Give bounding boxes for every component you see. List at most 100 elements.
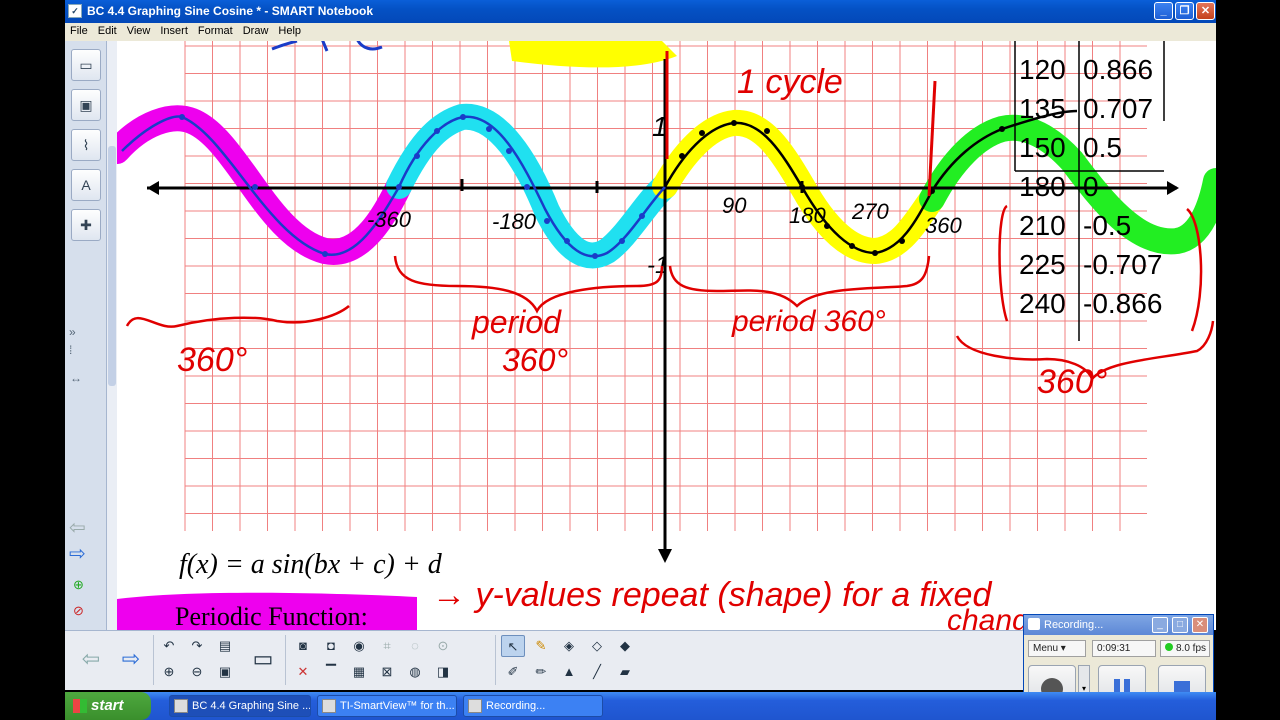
back-arrow-icon[interactable]: ⇦ [69, 515, 86, 540]
yellow-highlight-top [509, 41, 677, 68]
puzzle-icon: ✚ [80, 217, 92, 233]
page-sorter-tab[interactable]: ▭ [71, 49, 101, 81]
menu-edit[interactable]: Edit [93, 23, 122, 37]
add-page-icon[interactable]: ⊕ [73, 577, 84, 593]
hw-period-right: period 360° [731, 305, 886, 338]
notebook-task-icon [174, 699, 188, 713]
hw-tick-neg180: -180 [492, 209, 537, 234]
properties-tab[interactable]: A [71, 169, 101, 201]
menu-view[interactable]: View [122, 23, 156, 37]
camera-button[interactable]: ◙ [291, 635, 315, 657]
table-tool-button[interactable]: ◌ [403, 635, 427, 657]
table-angle-cell: 135 [1019, 93, 1066, 124]
taskbar-item-recording[interactable]: Recording... [463, 695, 603, 717]
highlighter-button[interactable]: ✏ [529, 661, 553, 683]
windows-flag-icon [73, 699, 87, 713]
delete-button[interactable]: ✕ [291, 661, 315, 683]
recording-title: Recording... [1044, 619, 1104, 631]
page-sorter-icon: ▭ [79, 57, 93, 73]
gallery-icon: ▣ [79, 97, 93, 113]
menu-help[interactable]: Help [273, 23, 306, 37]
eraser-tool-button[interactable]: ◇ [585, 635, 609, 657]
table-value-cell: 0.866 [1083, 54, 1153, 85]
gallery-tab[interactable]: ▣ [71, 89, 101, 121]
side-scrollbar[interactable] [107, 41, 117, 630]
link-button[interactable]: ⌗ [375, 635, 399, 657]
previous-page-button[interactable]: ⇦ [73, 637, 109, 681]
line-tool-button[interactable]: ╱ [585, 661, 609, 683]
hw-period-left-deg: 360° [502, 342, 568, 378]
brace-left-360 [125, 305, 350, 328]
collapse-arrows-icon[interactable]: » [69, 325, 76, 339]
start-button[interactable]: start [65, 692, 151, 720]
table-angle-cell: 180 [1019, 171, 1066, 202]
insert-table-button[interactable]: ▦ [347, 661, 371, 683]
attachments-tab[interactable]: ⌇ [71, 129, 101, 161]
resize-icon[interactable]: ↔ [70, 371, 82, 385]
screen-shade-button[interactable]: ▔ [319, 661, 343, 683]
delete-page-icon[interactable]: ⊘ [73, 603, 84, 619]
periodic-label: Periodic Function: [175, 602, 368, 630]
dual-page-button[interactable]: ◨ [431, 661, 455, 683]
table-angle-cell: 120 [1019, 54, 1066, 85]
recording-menu-dropdown[interactable]: Menu ▾ [1028, 640, 1086, 657]
properties-button[interactable]: ⊙ [431, 635, 455, 657]
recording-close-button[interactable]: ✕ [1192, 617, 1208, 633]
fill-tool-button[interactable]: ▰ [613, 661, 637, 683]
restore-button[interactable]: ❐ [1175, 2, 1194, 20]
shape-recognition-button[interactable]: ◆ [613, 635, 637, 657]
hw-tick-180: 180 [789, 203, 826, 228]
taskbar-item-notebook[interactable]: BC 4.4 Graphing Sine ... [169, 695, 311, 717]
side-tab-strip: ▭ ▣ ⌇ A ✚ » ⁞ ↔ ⇦ ⇨ ⊕ ⊘ [65, 41, 107, 630]
hw-tick-90: 90 [722, 193, 747, 218]
hw-tick-270: 270 [851, 199, 889, 224]
delete-page-button[interactable]: ⊖ [185, 661, 209, 683]
open-button[interactable]: ▤ [213, 635, 237, 657]
side-scroll-thumb[interactable] [108, 146, 116, 386]
recording-restore-button[interactable]: □ [1172, 617, 1188, 633]
desktop-screen: ✓ BC 4.4 Graphing Sine Cosine * - SMART … [0, 0, 1280, 720]
hw-neg-one: -1 [647, 252, 668, 279]
notebook-canvas[interactable]: 1 cycle 1 -1 -360 -180 90 180 270 360 pe… [117, 41, 1216, 630]
table-value-cell: -0.866 [1083, 288, 1162, 319]
next-page-button[interactable]: ⇨ [113, 637, 149, 681]
bottom-toolbar: ⇦ ⇨ ↶ ↷ ▤ ⊕ ⊖ ▣ ▭ ◙ ◘ ◉ ⌗ ◌ ⊙ ✕ ▔ ▦ ⊠ ◍ … [65, 630, 1023, 690]
table-value-cell: 0 [1083, 171, 1099, 202]
shapes-tool-button[interactable]: ▲ [557, 661, 581, 683]
add-page-button[interactable]: ⊕ [157, 661, 181, 683]
paperclip-icon: ⌇ [82, 137, 90, 153]
recording-menu-label: Menu [1033, 643, 1059, 654]
recording-minimize-button[interactable]: _ [1152, 617, 1168, 633]
hw-tick-360: 360 [925, 213, 962, 238]
redo-button[interactable]: ↷ [185, 635, 209, 657]
forward-arrow-icon[interactable]: ⇨ [69, 541, 86, 566]
menu-draw[interactable]: Draw [238, 23, 274, 37]
creative-pen-button[interactable]: ◈ [557, 635, 581, 657]
full-screen-button[interactable]: ⊠ [375, 661, 399, 683]
transparent-background-button[interactable]: ◍ [403, 661, 427, 683]
table-angle-cell: 225 [1019, 249, 1066, 280]
close-button[interactable]: ✕ [1196, 2, 1215, 20]
formula: f(x) = a sin(bx + c) + d [179, 549, 443, 580]
status-green-icon [1165, 643, 1173, 651]
document-camera-button[interactable]: ◉ [347, 635, 371, 657]
taskbar-item-smartview[interactable]: TI-SmartView™ for th... [317, 695, 457, 717]
table-angle-cell: 240 [1019, 288, 1066, 319]
magic-pen-button[interactable]: ✐ [501, 661, 525, 683]
pen-tool-button[interactable]: ✎ [529, 635, 553, 657]
menu-insert[interactable]: Insert [155, 23, 193, 37]
menu-format[interactable]: Format [193, 23, 238, 37]
table-value-cell: 0.5 [1083, 132, 1122, 163]
addons-tab[interactable]: ✚ [71, 209, 101, 241]
display-button[interactable]: ▭ [245, 637, 281, 681]
select-tool-button[interactable]: ↖ [501, 635, 525, 657]
save-button[interactable]: ▣ [213, 661, 237, 683]
hw-tick-neg360: -360 [367, 207, 412, 232]
grip-icon[interactable]: ⁞ [69, 343, 72, 357]
screen-capture-button[interactable]: ◘ [319, 635, 343, 657]
x-ticks [460, 179, 804, 193]
window-title-bar[interactable]: ✓ BC 4.4 Graphing Sine Cosine * - SMART … [65, 0, 1216, 23]
minimize-button[interactable]: _ [1154, 2, 1173, 20]
menu-file[interactable]: File [65, 23, 93, 37]
undo-button[interactable]: ↶ [157, 635, 181, 657]
